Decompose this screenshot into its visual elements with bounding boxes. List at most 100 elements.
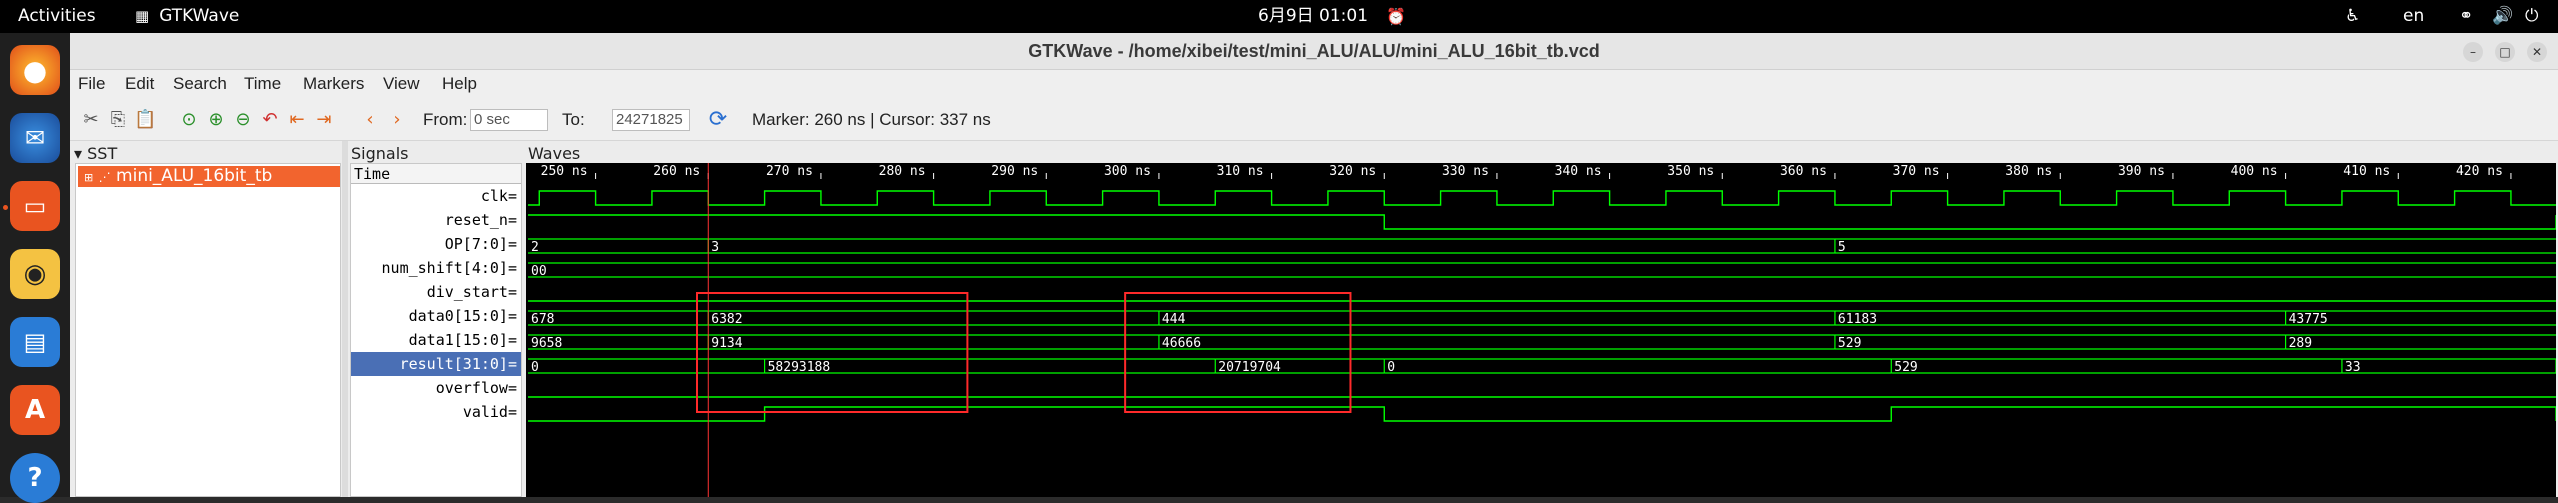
sst-item-label: mini_ALU_16bit_tb — [116, 166, 273, 186]
signal-row[interactable]: valid= — [351, 400, 521, 424]
time-tick-label: 280 ns — [879, 164, 926, 179]
accessibility-icon[interactable]: ♿ — [2345, 0, 2360, 33]
data1-bus-value: 529 — [1838, 336, 1861, 351]
result-bus-value: 0 — [1387, 360, 1395, 375]
menu-help[interactable]: Help — [442, 70, 477, 98]
sst-header[interactable]: ▾ SST — [74, 144, 117, 163]
grid-icon: ▦ — [135, 7, 150, 25]
title-bar[interactable]: GTKWave - /home/xibei/test/mini_ALU/ALU/… — [70, 33, 2558, 70]
close-button[interactable]: ✕ — [2527, 42, 2547, 62]
data1-bus-value: 289 — [2289, 336, 2312, 351]
zoom-begin-icon[interactable]: ⇤ — [286, 109, 308, 131]
power-icon[interactable]: ⏻ — [2525, 0, 2538, 33]
waves-header: Waves — [528, 144, 581, 163]
activities-button[interactable]: Activities — [18, 0, 96, 33]
data1-bus-value: 46666 — [1162, 336, 1201, 351]
zoom-fit-icon[interactable]: ⊙ — [178, 109, 200, 131]
rhythmbox-icon[interactable]: ◉ — [10, 249, 60, 299]
time-tick-label: 320 ns — [1329, 164, 1376, 179]
time-tick-label: 340 ns — [1555, 164, 1602, 179]
time-tick-label: 250 ns — [541, 164, 588, 179]
data0-bus-value: 43775 — [2289, 312, 2328, 327]
sst-panel: ▾ SST ⊞ ⋰ mini_ALU_16bit_tb — [70, 141, 342, 497]
undo-zoom-icon[interactable]: ↶ — [259, 109, 281, 131]
sst-tree-item[interactable]: ⊞ ⋰ mini_ALU_16bit_tb — [78, 166, 340, 187]
prev-edge-icon[interactable]: ‹ — [359, 109, 381, 131]
to-label: To: — [562, 110, 585, 129]
volume-icon[interactable]: 🔊 — [2492, 0, 2513, 33]
time-tick-label: 420 ns — [2456, 164, 2503, 179]
signals-panel: Signals Time clk= reset_n= OP[7:0]= num_shi… — [348, 141, 524, 497]
time-row: Time — [351, 164, 521, 184]
sst-tree[interactable]: ⊞ ⋰ mini_ALU_16bit_tb — [75, 163, 341, 497]
menu-edit[interactable]: Edit — [125, 70, 154, 98]
waves-panel: Waves 250 ns 260 ns 270 ns 280 ns 290 ns 300 … — [524, 141, 2558, 497]
minimize-button[interactable]: – — [2463, 42, 2483, 62]
ubuntu-dock: ● ✉ ▭ ◉ ▤ A ? — [0, 33, 70, 503]
result-bus-value: 20719704 — [1218, 360, 1281, 375]
app-menu[interactable]: ▦ GTKWave — [135, 0, 239, 33]
signal-row[interactable]: div_start= — [351, 280, 521, 304]
result-bus-value: 0 — [531, 360, 539, 375]
help-icon[interactable]: ? — [10, 453, 60, 503]
toolbar: ✂ ⎘ 📋 ⊙ ⊕ ⊖ ↶ ⇤ ⇥ ‹ › From: 0 sec To: 24… — [70, 98, 2558, 141]
to-input[interactable]: 24271825 — [612, 109, 690, 131]
time-tick-label: 260 ns — [653, 164, 700, 179]
menu-search[interactable]: Search — [173, 70, 227, 98]
app-name: GTKWave — [159, 6, 240, 26]
module-icon: ⋰ — [98, 170, 111, 184]
signal-row[interactable]: data0[15:0]= — [351, 304, 521, 328]
menu-markers[interactable]: Markers — [303, 70, 364, 98]
signal-row[interactable]: overflow= — [351, 376, 521, 400]
data0-bus-value: 444 — [1162, 312, 1186, 327]
waveform-view[interactable]: 250 ns 260 ns 270 ns 280 ns 290 ns 300 ns 310 … — [526, 163, 2556, 497]
clock[interactable]: 6月9日 01:01 — [1258, 0, 1368, 33]
time-tick-label: 270 ns — [766, 164, 813, 179]
software-icon[interactable]: A — [10, 385, 60, 435]
from-label: From: — [423, 110, 468, 129]
time-tick-label: 370 ns — [1893, 164, 1940, 179]
op-bus-value: 5 — [1838, 240, 1846, 255]
menu-view[interactable]: View — [383, 70, 420, 98]
signal-row[interactable]: result[31:0]= — [351, 352, 521, 376]
zoom-in-icon[interactable]: ⊕ — [205, 109, 227, 131]
signals-header: Signals — [351, 144, 409, 163]
signal-list[interactable]: Time clk= reset_n= OP[7:0]= num_shift[4:0]=… — [350, 163, 522, 497]
signal-row[interactable]: clk= — [351, 184, 521, 208]
thunderbird-icon[interactable]: ✉ — [10, 113, 60, 163]
data1-bus-value: 9134 — [711, 336, 742, 351]
marker-cursor-readout: Marker: 260 ns | Cursor: 337 ns — [752, 110, 991, 129]
writer-icon[interactable]: ▤ — [10, 317, 60, 367]
tree-expander-icon[interactable]: ⊞ — [84, 171, 93, 184]
copy-icon[interactable]: ⎘ — [107, 109, 129, 131]
zoom-end-icon[interactable]: ⇥ — [313, 109, 335, 131]
waves-background — [526, 163, 2556, 497]
cut-icon[interactable]: ✂ — [80, 109, 102, 131]
from-input[interactable]: 0 sec — [470, 109, 548, 131]
paste-icon[interactable]: 📋 — [134, 109, 156, 131]
time-tick-label: 330 ns — [1442, 164, 1489, 179]
maximize-button[interactable]: □ — [2495, 42, 2515, 62]
result-bus-value: 529 — [1894, 360, 1917, 375]
input-language[interactable]: en — [2403, 0, 2424, 33]
running-indicator — [3, 205, 8, 210]
menu-file[interactable]: File — [78, 70, 105, 98]
result-bus-value: 33 — [2345, 360, 2361, 375]
time-tick-label: 380 ns — [2005, 164, 2052, 179]
signal-row[interactable]: OP[7:0]= — [351, 232, 521, 256]
signal-row[interactable]: reset_n= — [351, 208, 521, 232]
files-icon[interactable]: ▭ — [10, 181, 60, 231]
firefox-icon[interactable]: ● — [10, 45, 60, 95]
reload-icon[interactable]: ⟳ — [707, 109, 729, 131]
data0-bus-value: 61183 — [1838, 312, 1877, 327]
network-icon[interactable]: ⚭ — [2459, 0, 2473, 33]
window-title: GTKWave - /home/xibei/test/mini_ALU/ALU/… — [1028, 41, 1600, 61]
signal-row[interactable]: data1[15:0]= — [351, 328, 521, 352]
data0-bus-value: 678 — [531, 312, 554, 327]
zoom-out-icon[interactable]: ⊖ — [232, 109, 254, 131]
next-edge-icon[interactable]: › — [386, 109, 408, 131]
signal-row[interactable]: num_shift[4:0]= — [351, 256, 521, 280]
alarm-icon: ⏰ — [1386, 7, 1406, 26]
gnome-top-bar: Activities ▦ GTKWave 6月9日 01:01 ⏰ ♿ en ⚭ … — [0, 0, 2558, 33]
menu-time[interactable]: Time — [244, 70, 281, 98]
